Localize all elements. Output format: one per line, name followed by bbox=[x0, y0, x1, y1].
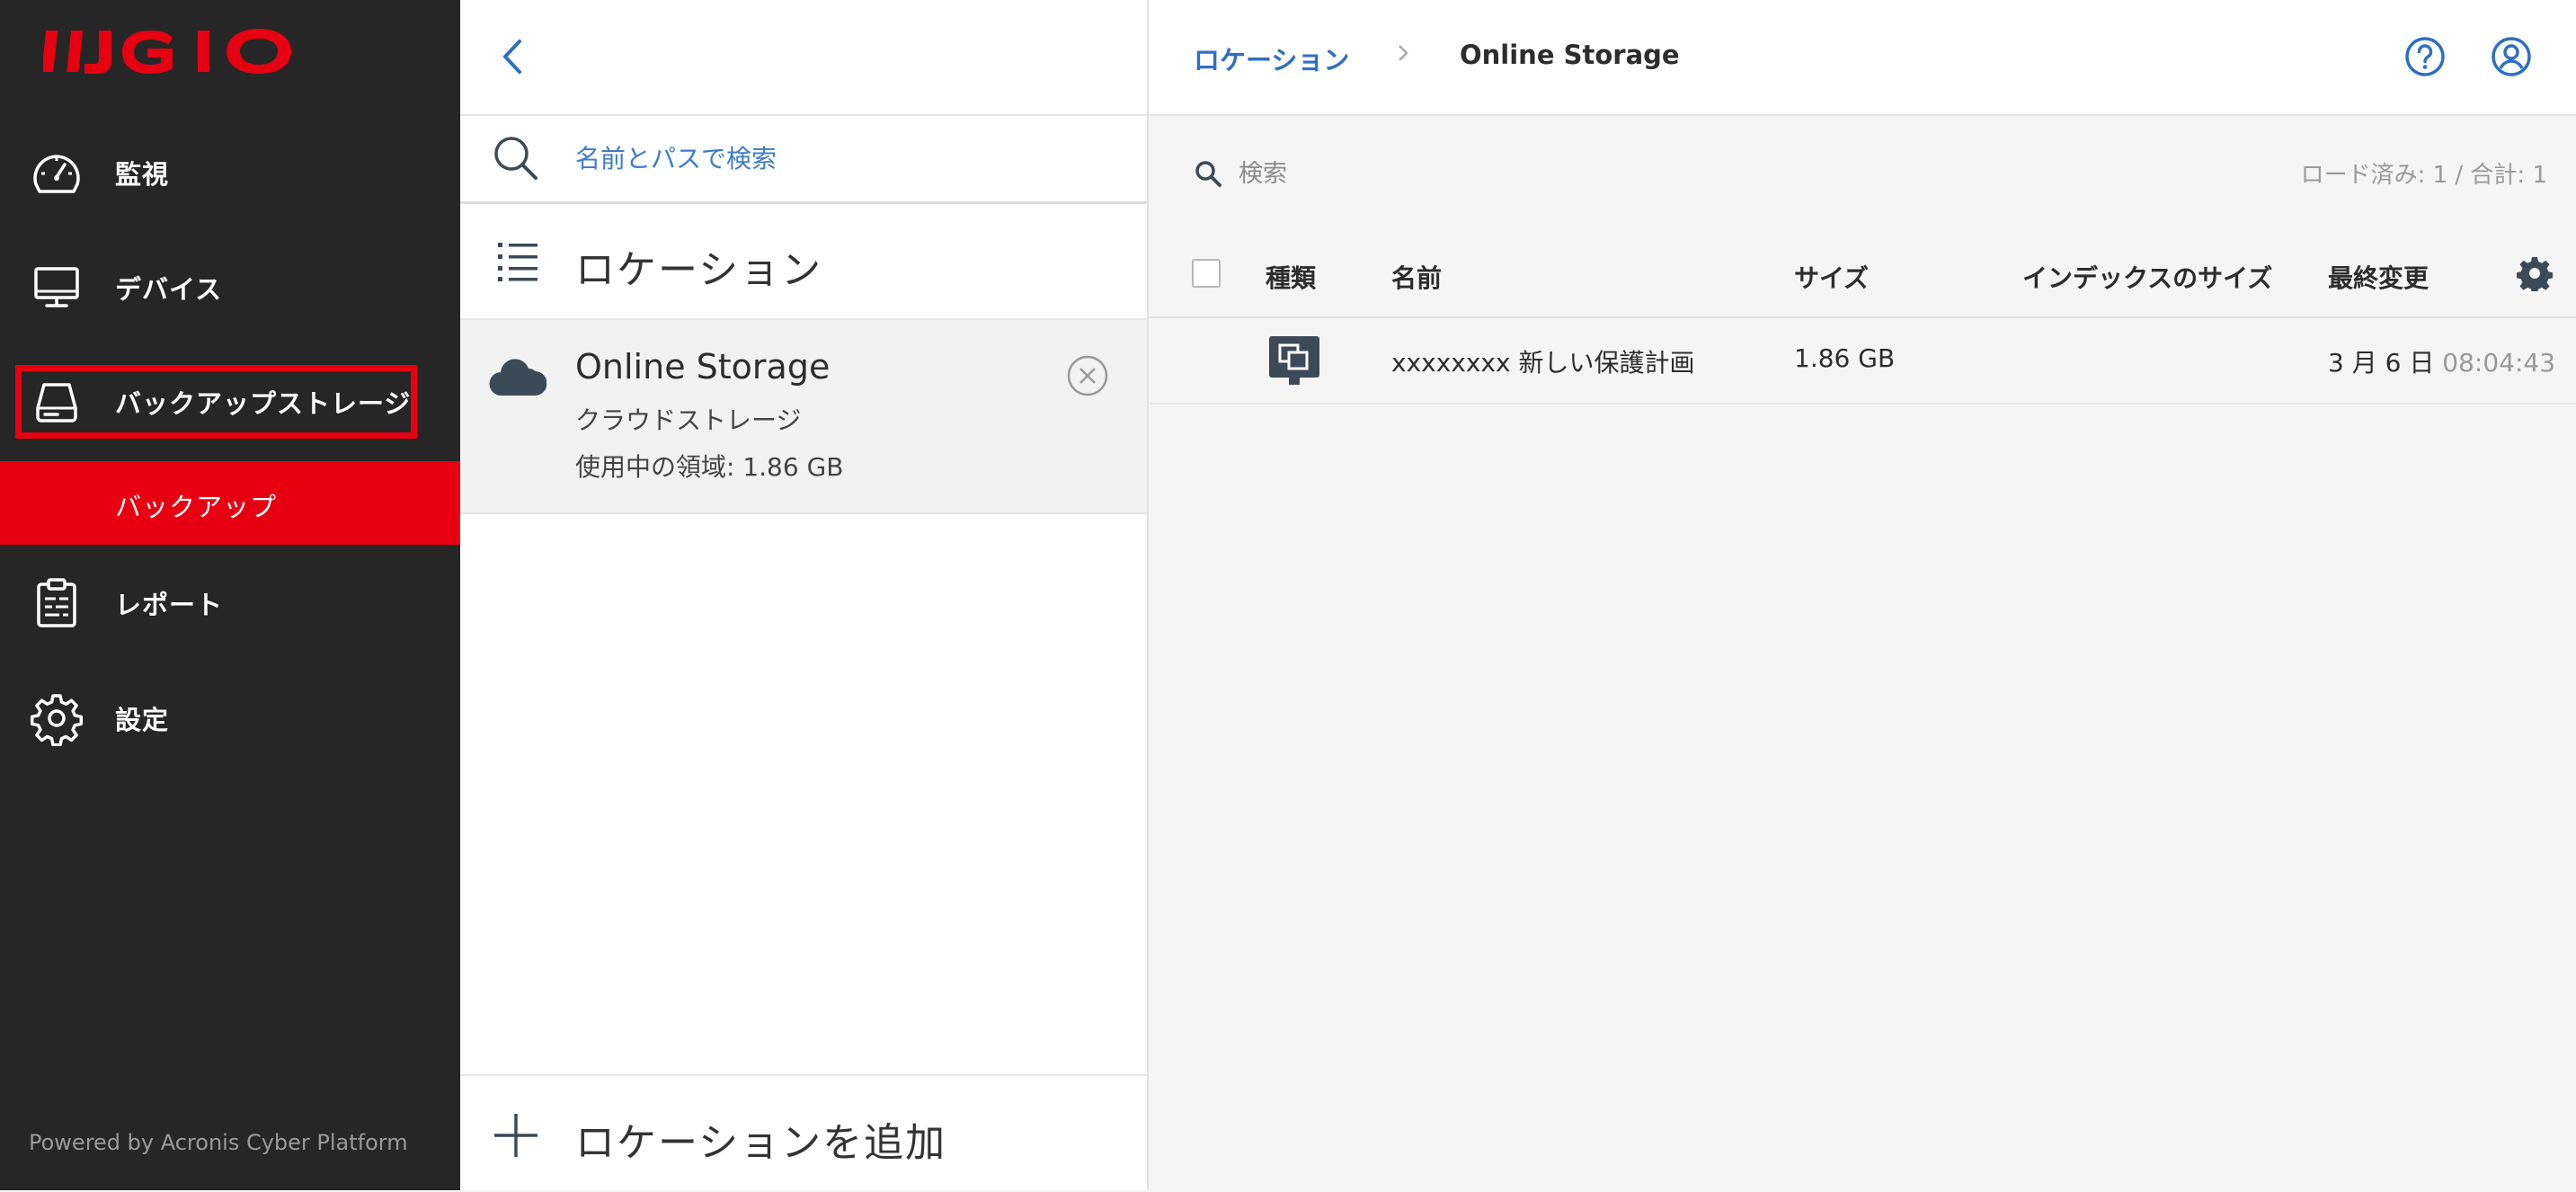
nav-label-settings: 設定 bbox=[115, 705, 170, 735]
location-card-online-storage[interactable]: Online Storage クラウドストレージ 使用中の領域: 1.86 GB bbox=[460, 320, 1147, 514]
column-header-last-modified[interactable]: 最終変更 bbox=[2328, 259, 2429, 295]
loaded-count: ロード済み: 1 / 合計: 1 bbox=[2300, 162, 2547, 189]
nav-label-reports: レポート bbox=[115, 590, 224, 620]
nav-subitem-backup[interactable]: バックアップ bbox=[0, 461, 460, 545]
sidebar: 監視 デバイス バックアップストレージ バックアップ レポート 設定 Power… bbox=[0, 0, 460, 1190]
gear-icon bbox=[30, 694, 84, 746]
chevron-left-icon[interactable] bbox=[496, 34, 529, 79]
row-name: xxxxxxxx 新しい保護計画 bbox=[1391, 348, 1695, 378]
table-row[interactable]: xxxxxxxx 新しい保護計画 1.86 GB 3 月 6 日 08:04:4… bbox=[1149, 318, 2576, 405]
nav-item-reports[interactable]: レポート bbox=[0, 558, 460, 648]
location-usage: 使用中の領域: 1.86 GB bbox=[575, 452, 844, 482]
nav-label-backup: バックアップ bbox=[115, 492, 278, 522]
nav-item-devices[interactable]: デバイス bbox=[0, 243, 460, 333]
list-search-input[interactable] bbox=[1237, 153, 1744, 194]
breadcrumb-locations-link[interactable]: ロケーション bbox=[1194, 40, 1349, 77]
highlight-box bbox=[15, 365, 417, 439]
powered-by-text: Powered by Acronis Cyber Platform bbox=[29, 1130, 408, 1155]
panel-header bbox=[460, 0, 1147, 116]
table-header: 種類 名前 サイズ インデックスのサイズ 最終変更 bbox=[1149, 245, 2576, 318]
speedometer-icon bbox=[33, 155, 80, 193]
clipboard-report-icon bbox=[37, 578, 76, 627]
location-type: クラウドストレージ bbox=[575, 405, 802, 435]
top-bar: ロケーション Online Storage bbox=[1149, 0, 2576, 116]
column-settings-gear-icon[interactable] bbox=[2517, 255, 2553, 291]
locations-heading: ロケーション bbox=[575, 247, 823, 293]
nav-label-devices: デバイス bbox=[115, 274, 223, 305]
location-search-input[interactable] bbox=[573, 135, 1116, 182]
chevron-right-icon bbox=[1399, 45, 1408, 61]
row-modified-date: 3 月 6 日 bbox=[2328, 348, 2435, 378]
locations-heading-row: ロケーション bbox=[460, 203, 1147, 320]
close-icon[interactable] bbox=[1066, 354, 1109, 397]
content-panel: ロケーション Online Storage ロード済み: 1 / 合計: 1 種… bbox=[1149, 0, 2576, 1190]
breadcrumb-current: Online Storage bbox=[1460, 40, 1680, 70]
column-header-size[interactable]: サイズ bbox=[1794, 259, 1869, 295]
plus-icon bbox=[494, 1114, 537, 1157]
backup-machine-icon bbox=[1269, 336, 1319, 385]
help-icon[interactable] bbox=[2403, 35, 2447, 78]
add-location-button[interactable]: ロケーションを追加 bbox=[460, 1074, 1147, 1192]
location-search-bar bbox=[460, 115, 1147, 204]
search-icon bbox=[1195, 161, 1221, 187]
add-location-label: ロケーションを追加 bbox=[575, 1120, 947, 1166]
search-icon bbox=[494, 137, 537, 180]
iij-gio-logo bbox=[43, 29, 291, 74]
locations-panel: ロケーション Online Storage クラウドストレージ 使用中の領域: … bbox=[460, 0, 1149, 1190]
location-name: Online Storage bbox=[575, 347, 831, 387]
nav-label-monitoring: 監視 bbox=[115, 159, 170, 190]
list-icon bbox=[498, 243, 537, 281]
column-header-name[interactable]: 名前 bbox=[1391, 259, 1442, 295]
monitor-icon bbox=[34, 267, 79, 307]
user-account-icon[interactable] bbox=[2490, 35, 2533, 78]
row-modified-time: 08:04:43 bbox=[2442, 348, 2556, 378]
row-last-modified: 3 月 6 日 08:04:43 bbox=[2328, 343, 2555, 379]
row-size: 1.86 GB bbox=[1794, 343, 1896, 373]
column-header-index-size[interactable]: インデックスのサイズ bbox=[2022, 259, 2272, 295]
cloud-icon bbox=[489, 359, 546, 396]
select-all-checkbox[interactable] bbox=[1192, 259, 1221, 288]
nav-item-settings[interactable]: 設定 bbox=[0, 673, 460, 763]
nav-item-monitoring[interactable]: 監視 bbox=[0, 128, 460, 218]
column-header-type[interactable]: 種類 bbox=[1266, 259, 1316, 295]
